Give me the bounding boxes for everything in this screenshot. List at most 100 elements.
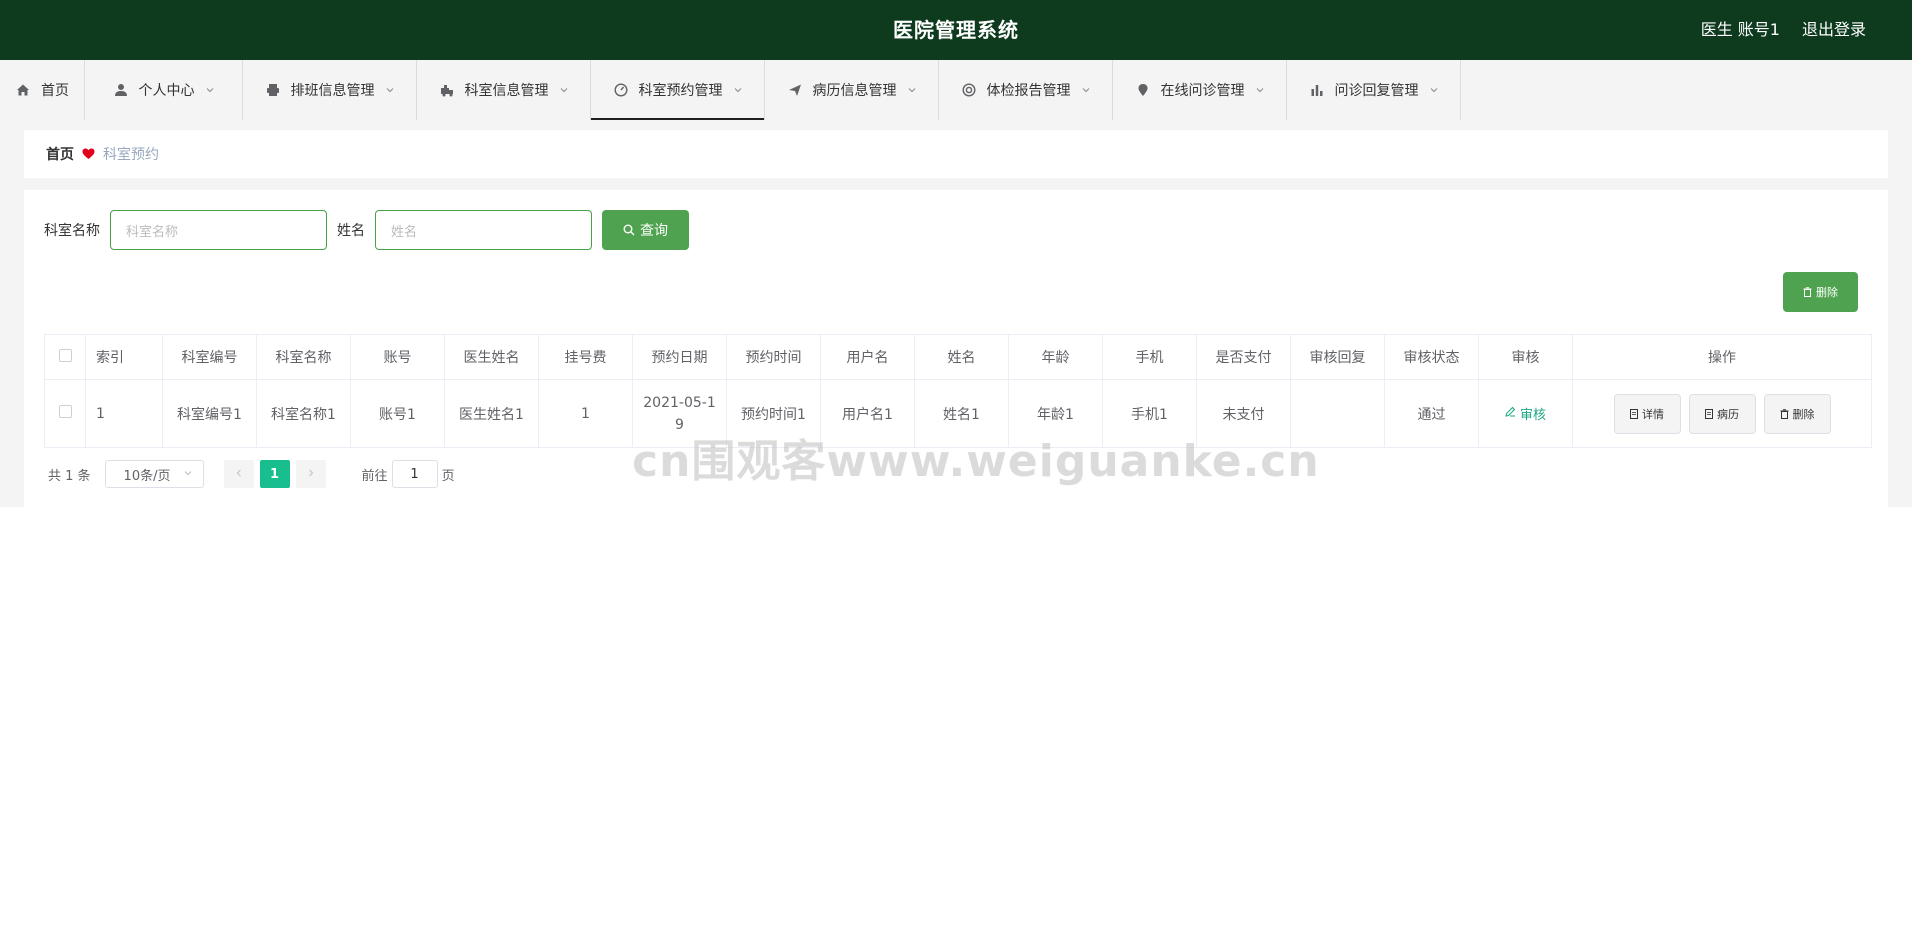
column-header: 操作 bbox=[1572, 334, 1872, 380]
row-actions: 详情 病历 删除 bbox=[1573, 393, 1871, 434]
user-area: 医生 账号1 退出登录 bbox=[1701, 0, 1866, 60]
dept-name-input[interactable]: 科室名称 bbox=[110, 210, 327, 250]
truck-icon bbox=[439, 82, 455, 98]
nav-item-label: 在线问诊管理 bbox=[1160, 83, 1245, 99]
nav-item-label: 科室预约管理 bbox=[638, 83, 723, 99]
trash-icon bbox=[1803, 287, 1812, 297]
row-checkbox[interactable] bbox=[58, 405, 72, 418]
column-header: 索引 bbox=[85, 334, 163, 380]
nav-item-label: 排班信息管理 bbox=[290, 83, 375, 99]
chevron-down-icon bbox=[1081, 85, 1091, 95]
chevron-down-icon bbox=[733, 85, 743, 95]
query-button[interactable]: 查询 bbox=[602, 210, 689, 250]
cell-actions: 详情 病历 删除 bbox=[1572, 379, 1872, 448]
nav-item-label: 体检报告管理 bbox=[986, 83, 1071, 99]
breadcrumb: 首页 科室预约 bbox=[24, 130, 1888, 178]
page-size-value: 10条/页 bbox=[123, 468, 171, 484]
dept-name-placeholder: 科室名称 bbox=[126, 224, 179, 240]
column-header: 审核回复 bbox=[1290, 334, 1385, 380]
cell-status: 通过 bbox=[1384, 379, 1479, 448]
row-select-cell bbox=[44, 379, 86, 448]
column-header: 年龄 bbox=[1008, 334, 1103, 380]
document-icon bbox=[1705, 408, 1713, 419]
cell-index: 1 bbox=[85, 379, 163, 448]
chevron-left-icon bbox=[234, 467, 244, 482]
patient-name-input[interactable]: 姓名 bbox=[375, 210, 592, 250]
dept-name-label: 科室名称 bbox=[44, 223, 100, 239]
cell-dept-name: 科室名称1 bbox=[256, 379, 351, 448]
top-header: 医院管理系统 医生 账号1 退出登录 bbox=[0, 0, 1912, 60]
nav-item-appointment[interactable]: 科室预约管理 bbox=[591, 60, 765, 120]
audit-link[interactable]: 审核 bbox=[1505, 404, 1546, 423]
logout-button[interactable]: 退出登录 bbox=[1802, 0, 1866, 60]
chevron-down-icon bbox=[907, 85, 917, 95]
user-icon bbox=[113, 82, 129, 98]
table-header-row: 索引 科室编号 科室名称 账号 医生姓名 挂号费 预约日期 预约时间 用户名 姓… bbox=[44, 334, 1872, 380]
column-header: 审核状态 bbox=[1384, 334, 1479, 380]
nav-item-label: 问诊回复管理 bbox=[1334, 83, 1419, 99]
edit-icon bbox=[1505, 406, 1516, 421]
trash-icon bbox=[1780, 408, 1789, 419]
page-size-select[interactable]: 10条/页 bbox=[104, 460, 204, 488]
column-header: 科室名称 bbox=[256, 334, 351, 380]
audit-link-label: 审核 bbox=[1519, 408, 1546, 423]
nav-item-schedule[interactable]: 排班信息管理 bbox=[243, 60, 417, 120]
nav-item-label: 科室信息管理 bbox=[464, 83, 549, 99]
chevron-down-icon bbox=[1255, 85, 1265, 95]
main-nav: 首页 个人中心 排班信息管理 科室信息管理 科室预约管理 病历信息管理 体检报告… bbox=[0, 60, 1912, 120]
goto-prefix: 前往 bbox=[361, 468, 388, 484]
column-header: 预约日期 bbox=[632, 334, 727, 380]
query-button-label: 查询 bbox=[640, 223, 668, 239]
select-all-checkbox[interactable] bbox=[58, 348, 72, 362]
nav-menu: 首页 个人中心 排班信息管理 科室信息管理 科室预约管理 病历信息管理 体检报告… bbox=[0, 60, 1461, 120]
goto-page-input[interactable]: 1 bbox=[391, 460, 438, 488]
next-page-button[interactable] bbox=[295, 460, 326, 488]
column-header: 预约时间 bbox=[726, 334, 821, 380]
column-header: 手机 bbox=[1102, 334, 1197, 380]
nav-item-medical-record[interactable]: 病历信息管理 bbox=[765, 60, 939, 120]
printer-icon bbox=[265, 82, 281, 98]
user-account-label[interactable]: 医生 账号1 bbox=[1701, 0, 1780, 60]
row-delete-button[interactable]: 删除 bbox=[1763, 393, 1831, 434]
cell-audit: 审核 bbox=[1478, 379, 1573, 448]
bar-chart-icon bbox=[1309, 82, 1325, 98]
nav-item-online-consult[interactable]: 在线问诊管理 bbox=[1113, 60, 1287, 120]
home-icon bbox=[15, 82, 31, 98]
row-delete-button-label: 删除 bbox=[1792, 407, 1815, 421]
medical-record-button[interactable]: 病历 bbox=[1688, 393, 1756, 434]
column-header: 用户名 bbox=[820, 334, 915, 380]
patient-name-placeholder: 姓名 bbox=[391, 224, 418, 240]
location-pin-icon bbox=[1135, 82, 1151, 98]
send-icon bbox=[787, 82, 803, 98]
cell-fee: 1 bbox=[538, 379, 633, 448]
nav-item-checkup-report[interactable]: 体检报告管理 bbox=[939, 60, 1113, 120]
column-header: 科室编号 bbox=[162, 334, 257, 380]
column-header: 是否支付 bbox=[1196, 334, 1291, 380]
column-header: 姓名 bbox=[914, 334, 1009, 380]
cell-account: 账号1 bbox=[350, 379, 445, 448]
detail-button[interactable]: 详情 bbox=[1613, 393, 1681, 434]
breadcrumb-home[interactable]: 首页 bbox=[46, 144, 74, 164]
cell-dept-no: 科室编号1 bbox=[162, 379, 257, 448]
batch-delete-button[interactable]: 删除 bbox=[1783, 272, 1858, 312]
chevron-down-icon bbox=[1429, 85, 1439, 95]
chevron-down-icon bbox=[559, 85, 569, 95]
app-title: 医院管理系统 bbox=[893, 18, 1019, 42]
goto-page: 前往 1 页 bbox=[362, 460, 455, 488]
batch-delete-label: 删除 bbox=[1816, 286, 1838, 299]
search-form: 科室名称 科室名称 姓名 姓名 查询 bbox=[44, 210, 689, 250]
nav-item-label: 病历信息管理 bbox=[812, 83, 897, 99]
page-number-current[interactable]: 1 bbox=[259, 460, 290, 488]
select-all-cell bbox=[44, 334, 86, 380]
prev-page-button[interactable] bbox=[223, 460, 254, 488]
nav-item-personal-center[interactable]: 个人中心 bbox=[85, 60, 243, 120]
medical-record-button-label: 病历 bbox=[1717, 407, 1739, 421]
document-icon bbox=[1630, 408, 1638, 419]
column-header: 医生姓名 bbox=[444, 334, 539, 380]
nav-item-home[interactable]: 首页 bbox=[0, 60, 85, 120]
column-header: 挂号费 bbox=[538, 334, 633, 380]
detail-button-label: 详情 bbox=[1642, 407, 1664, 421]
nav-item-consult-reply[interactable]: 问诊回复管理 bbox=[1287, 60, 1461, 120]
nav-item-department[interactable]: 科室信息管理 bbox=[417, 60, 591, 120]
watermark: cn围观客www.weiguanke.cn bbox=[632, 436, 1320, 487]
